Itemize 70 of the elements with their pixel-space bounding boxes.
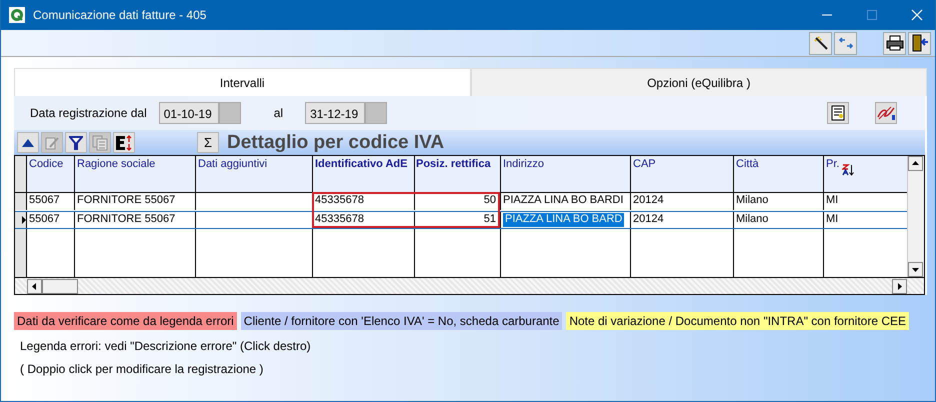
table-cell: 20124 <box>631 193 734 210</box>
documents-icon <box>92 134 108 150</box>
note-text: Legenda errori: vedi "Descrizione errore" (Click destro) <box>20 339 312 353</box>
sort-descending-icon[interactable] <box>842 164 854 176</box>
table-cell: FORNITORE 55067 <box>75 193 196 210</box>
table-cell: 45335678 <box>313 212 415 228</box>
maximize-icon <box>866 9 878 21</box>
app-icon <box>9 7 25 23</box>
pencil-icon <box>44 134 60 150</box>
vertical-scrollbar[interactable] <box>907 156 924 277</box>
export-icon <box>115 134 133 150</box>
scroll-right-icon[interactable] <box>892 278 907 294</box>
table-cell: Milano <box>734 212 824 228</box>
table-cell: PIAZZA LINA BO BARDI <box>501 193 631 210</box>
legend-item: Cliente / fornitore con 'Elenco IVA' = No, scheda carburante <box>240 312 562 330</box>
up-triangle-icon <box>22 138 34 146</box>
date-label: Data registrazione dal <box>30 106 147 120</box>
note-text: ( Doppio click per modificare la registrazione ) <box>20 362 264 376</box>
filter-icon <box>69 136 83 150</box>
column-header[interactable]: Ragione sociale <box>75 156 196 192</box>
door-icon <box>910 34 928 52</box>
table-cell: Milano <box>734 193 824 210</box>
table-cell: 20124 <box>631 212 734 228</box>
exit-button[interactable] <box>908 32 931 54</box>
printer-icon <box>886 35 904 51</box>
grid-title: Dettaglio per codice IVA <box>227 132 444 154</box>
scroll-left-icon[interactable] <box>27 278 42 294</box>
tab[interactable]: Opzioni (eQuilibra ) <box>470 68 927 96</box>
table-cell: 55067 <box>27 212 75 228</box>
table-cell: 51 <box>415 212 501 228</box>
column-header[interactable]: Città <box>734 156 824 192</box>
table-cell: PIAZZA LINA BO BARD <box>501 212 631 228</box>
signature-icon <box>876 105 896 121</box>
close-icon[interactable] <box>911 9 923 21</box>
horizontal-scrollbar[interactable] <box>15 277 924 294</box>
printer-button[interactable] <box>883 32 906 54</box>
legend-item: Dati da verificare come da legenda errori <box>14 312 237 330</box>
scroll-up-icon[interactable] <box>908 156 923 171</box>
scroll-down-icon[interactable] <box>908 262 923 277</box>
date-field[interactable]: 31-12-19 <box>305 102 366 124</box>
column-header[interactable]: Posiz. rettifica <box>415 156 501 192</box>
table-row[interactable]: 55067 FORNITORE 55067 45335678 50 PIAZZA LINA BO BARDI 20124 Milano MI <box>15 193 907 211</box>
scroll-thumb[interactable] <box>42 278 78 294</box>
column-header[interactable]: Dati aggiuntivi <box>196 156 313 192</box>
tab[interactable]: Intervalli <box>14 68 470 97</box>
table-row[interactable]: 55067 FORNITORE 55067 45335678 51 PIAZZA LINA BO BARD 20124 Milano MI <box>15 211 907 229</box>
column-header[interactable]: CAP <box>631 156 734 192</box>
report-button[interactable] <box>827 102 849 124</box>
column-header[interactable]: Codice <box>27 156 75 192</box>
sum-button[interactable]: Σ <box>197 132 219 153</box>
arrows-icon <box>838 35 854 51</box>
table-cell: 55067 <box>27 193 75 210</box>
date-label: al <box>274 106 284 120</box>
up-button[interactable] <box>17 132 39 153</box>
filter-button[interactable] <box>65 132 87 153</box>
column-header[interactable]: Indirizzo <box>501 156 631 192</box>
table-cell: FORNITORE 55067 <box>75 212 196 228</box>
window-title: Comunicazione dati fatture - 405 <box>33 8 206 22</box>
row-pointer-icon <box>22 216 26 224</box>
wand-icon <box>812 35 828 51</box>
date-field[interactable]: 01-10-19 <box>158 102 219 124</box>
export-button[interactable] <box>113 132 135 153</box>
wand-button[interactable] <box>809 32 832 54</box>
table-cell: 50 <box>415 193 501 210</box>
legend-item: Note di variazione / Documento non "INTRA" con fornitore CEE <box>566 312 910 330</box>
sign-button[interactable] <box>875 102 897 124</box>
document-icon <box>831 105 845 121</box>
column-header[interactable]: Identificativo AdE <box>313 156 415 192</box>
table-cell: 45335678 <box>313 193 415 210</box>
swap-button[interactable] <box>834 32 857 54</box>
